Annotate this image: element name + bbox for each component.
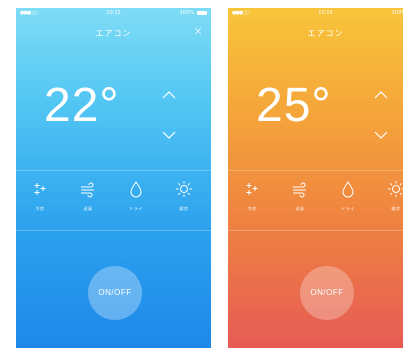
page-title: エアコン [307,29,344,38]
aircon-screen-heat: ●●●○○ 10:15 100% エアコン 25° 冷房 送風 [228,8,403,348]
wind-icon [293,182,306,198]
chevron-down-icon[interactable] [162,130,176,140]
mode-heat-button[interactable]: 暖房 [164,180,204,212]
page-title: エアコン [95,29,132,38]
mode-cool-button[interactable]: 冷房 [232,180,272,212]
chevron-down-icon[interactable] [374,130,388,140]
battery-percent: 100% [179,10,194,16]
close-icon[interactable]: × [193,25,203,37]
status-bar: ●●●○○ 10:15 100% [228,8,403,18]
mode-label: 冷房 [35,206,45,211]
mode-dry-button[interactable]: ドライ [328,180,368,212]
mode-label: ドライ [129,206,143,211]
sun-icon [176,181,192,197]
mode-label: 冷房 [247,206,257,211]
battery-icon [197,11,207,15]
sun-icon [388,181,403,197]
mode-dry-button[interactable]: ドライ [116,180,156,212]
mode-cool-button[interactable]: 冷房 [20,180,60,212]
chevron-up-icon[interactable] [374,90,388,100]
mode-heat-button[interactable]: 暖房 [376,180,403,212]
mode-label: 送風 [295,206,305,211]
temperature-display: 22° [44,79,120,132]
temperature-display: 25° [256,79,332,132]
divider [16,230,211,231]
droplet-icon [130,181,142,198]
power-button[interactable]: ON/OFF [300,266,354,320]
mode-fan-button[interactable]: 送風 [68,180,108,212]
power-button[interactable]: ON/OFF [88,266,142,320]
droplet-icon [342,181,354,198]
mode-fan-button[interactable]: 送風 [280,180,320,212]
mode-label: 暖房 [391,206,401,211]
mode-label: 暖房 [179,206,189,211]
divider [16,170,211,171]
battery-percent: 100% [391,10,403,16]
snowflake-icon [246,183,258,195]
status-bar: ●●●○○ 10:15 100% [16,8,211,18]
divider [228,170,403,171]
mode-label: ドライ [341,206,355,211]
snowflake-icon [34,183,46,195]
mode-label: 送風 [83,206,93,211]
aircon-screen-cool: ●●●○○ 10:15 100% エアコン × 22° 冷房 送風 ドライ 暖房… [16,8,211,348]
wind-icon [81,182,94,198]
divider [228,230,403,231]
chevron-up-icon[interactable] [162,90,176,100]
status-time: 10:15 [318,10,333,16]
